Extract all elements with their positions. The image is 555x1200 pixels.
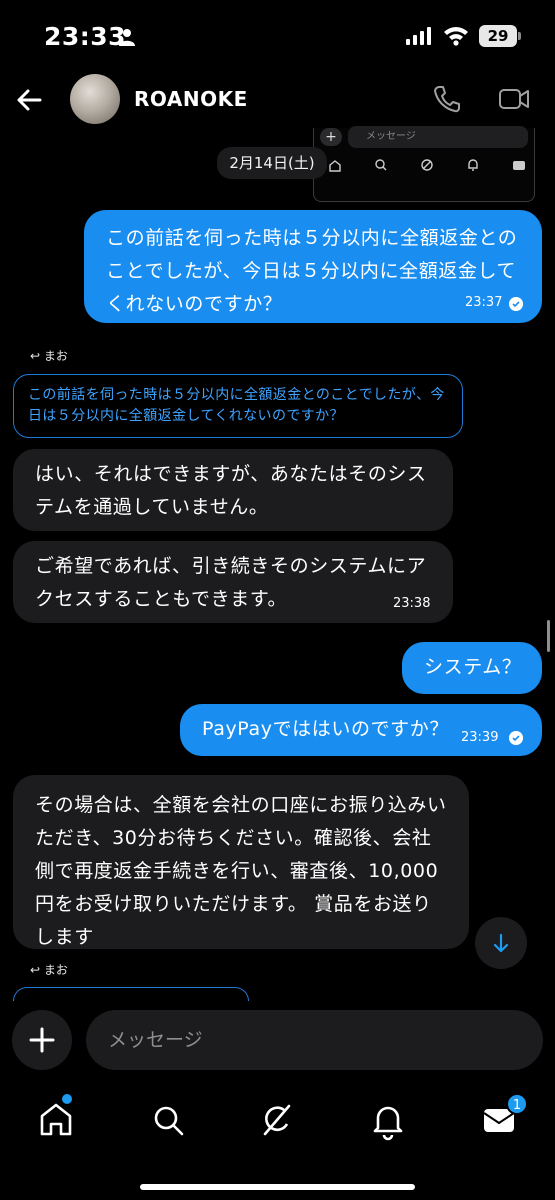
- date-separator: 2月14日(土): [217, 147, 327, 179]
- message-text: システム？: [424, 656, 522, 678]
- embedded-home-icon: [329, 160, 341, 172]
- message-incoming[interactable]: はい、それはできますが、あなたはそのシステムを通過していません。: [13, 449, 453, 531]
- message-input[interactable]: [86, 1010, 543, 1070]
- quoted-text: この前話を伺った時は５分以内に全額返金とのことでしたが、今日は５分以内に全額返金…: [28, 387, 445, 424]
- message-time: 23:38: [393, 596, 431, 611]
- reply-indicator: ↩︎ まお: [30, 347, 68, 364]
- message-incoming[interactable]: ご希望であれば、引き続きそのシステムにアクセスすることもできます。: [13, 541, 453, 623]
- embedded-mail-icon: [513, 161, 525, 170]
- search-icon[interactable]: [146, 1098, 190, 1142]
- battery-tip: [518, 32, 521, 40]
- embedded-image[interactable]: + メッセージ: [313, 126, 535, 202]
- status-time: 23:33: [44, 22, 127, 51]
- avatar[interactable]: [70, 74, 120, 124]
- message-text: その場合は、全額を会社の口座にお振り込みいただき、30分お待ちください。確認後、…: [35, 794, 447, 948]
- message-text: この前話を伺った時は５分以内に全額返金とのことでしたが、今日は５分以内に全額返金…: [106, 227, 518, 315]
- notifications-icon[interactable]: [366, 1098, 410, 1142]
- arrow-down-icon: [493, 933, 509, 953]
- reply-author: まお: [43, 963, 68, 977]
- embedded-search-icon: [375, 159, 387, 171]
- messages-badge: 1: [506, 1093, 528, 1115]
- quoted-message[interactable]: この前話を伺った時は５分以内に全額返金とのことでしたが、今日は５分以内に全額返金…: [13, 374, 463, 438]
- read-check-icon: [509, 731, 523, 745]
- reply-arrow-icon: ↩︎: [30, 349, 44, 363]
- home-indicator[interactable]: [140, 1184, 415, 1190]
- embedded-grok-icon: [421, 159, 433, 171]
- bottom-tab-bar: [0, 1090, 555, 1170]
- message-text: ご希望であれば、引き続きそのシステムにアクセスすることもできます。: [35, 555, 427, 610]
- reply-indicator: ↩︎ まお: [30, 961, 68, 978]
- scrollbar[interactable]: [547, 620, 550, 652]
- quoted-message-partial: [13, 987, 249, 1001]
- person-icon: [119, 29, 135, 46]
- scroll-to-bottom-button[interactable]: [475, 917, 527, 969]
- message-text: PayPayでははいのですか？: [202, 718, 449, 740]
- plus-icon: [29, 1027, 55, 1053]
- message-time: 23:37: [465, 295, 503, 310]
- reply-author: まお: [43, 349, 68, 363]
- home-unread-dot: [62, 1094, 72, 1104]
- contact-name[interactable]: ROANOKE: [134, 87, 248, 111]
- embedded-tabbar: [328, 158, 528, 178]
- message-text: はい、それはできますが、あなたはそのシステムを通過していません。: [35, 463, 427, 518]
- grok-icon[interactable]: [255, 1098, 299, 1142]
- home-icon[interactable]: [34, 1098, 78, 1142]
- message-outgoing[interactable]: システム？: [402, 642, 542, 694]
- read-check-icon: [509, 297, 523, 311]
- wifi-icon: [444, 27, 468, 46]
- embedded-bell-icon: [468, 159, 478, 171]
- message-incoming[interactable]: その場合は、全額を会社の口座にお振り込みいただき、30分お待ちください。確認後、…: [13, 775, 469, 949]
- reply-arrow-icon: ↩︎: [30, 963, 44, 977]
- back-arrow-icon[interactable]: [14, 84, 46, 116]
- phone-icon[interactable]: [432, 84, 462, 114]
- embedded-input-placeholder: メッセージ: [348, 126, 528, 148]
- battery-level: 29: [479, 25, 517, 47]
- video-camera-icon[interactable]: [498, 86, 530, 112]
- chat-header: ROANOKE: [0, 72, 555, 128]
- signal-icon: [406, 27, 431, 45]
- status-bar: 23:33 29: [0, 0, 555, 72]
- add-attachment-button[interactable]: [12, 1010, 72, 1070]
- message-time: 23:39: [461, 730, 499, 745]
- embedded-plus-icon: +: [320, 128, 342, 146]
